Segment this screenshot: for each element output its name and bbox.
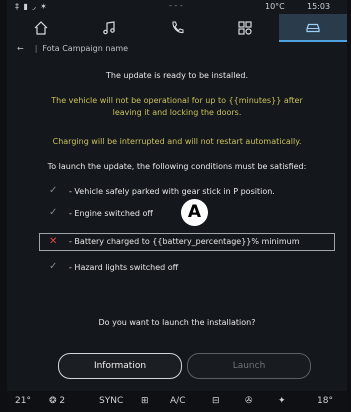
- apps-icon: [238, 21, 252, 35]
- check-icon: ✓: [49, 207, 58, 218]
- phone-icon: [172, 21, 184, 34]
- breadcrumb-separator: |: [34, 44, 38, 53]
- screen: ‡ ▮ ◞ ✶ - - - 10°C 15:03 ← | Fota Campaign…: [7, 0, 347, 412]
- conditions-intro: To launch the update, the following cond…: [47, 162, 307, 171]
- status-icons: ‡ ▮ ◞ ✶: [15, 2, 48, 11]
- top-tabs: [7, 14, 347, 42]
- check-icon: ✓: [49, 261, 58, 272]
- check-icon: ✓: [49, 185, 58, 196]
- status-bar: ‡ ▮ ◞ ✶ - - - 10°C 15:03: [7, 0, 347, 14]
- front-defrost-icon[interactable]: ⊟: [212, 396, 220, 406]
- airflow-icon[interactable]: ✦: [278, 396, 286, 406]
- tab-apps[interactable]: [211, 14, 279, 42]
- cross-icon: ✕: [49, 236, 58, 247]
- sync-button[interactable]: SYNC: [99, 396, 123, 406]
- seat-heating-level[interactable]: ❂ 2: [49, 396, 65, 406]
- rear-defrost-icon[interactable]: ⊞: [141, 396, 149, 406]
- status-center: - - -: [169, 1, 183, 10]
- tab-music[interactable]: [75, 14, 143, 42]
- right-temperature[interactable]: 18°: [317, 396, 333, 406]
- not-operational-line-1: The vehicle will not be operational for …: [51, 96, 303, 105]
- launch-button[interactable]: Launch: [187, 353, 311, 379]
- page-title: Fota Campaign name: [42, 44, 129, 53]
- breadcrumb: ← | Fota Campaign name: [17, 44, 128, 53]
- tab-home[interactable]: [7, 14, 75, 42]
- clock: 15:03: [307, 2, 331, 11]
- callout-marker: A: [181, 199, 208, 226]
- car-icon: [306, 23, 320, 33]
- fan-icon[interactable]: ✇: [245, 396, 253, 406]
- condition-text: - Hazard lights switched off: [69, 263, 179, 272]
- not-operational-line-2: leaving it and locking the doors.: [112, 108, 242, 117]
- outside-temperature: 10°C: [265, 2, 285, 11]
- home-icon: [34, 21, 48, 35]
- condition-battery-charge: ✕ - Battery charged to {{battery_percent…: [39, 233, 335, 251]
- condition-text: - Vehicle safely parked with gear stick …: [69, 187, 275, 196]
- information-button[interactable]: Information: [58, 353, 182, 379]
- launch-question: Do you want to launch the installation?: [98, 318, 256, 327]
- tab-phone[interactable]: [143, 14, 211, 42]
- music-icon: [103, 21, 115, 35]
- tab-vehicle[interactable]: [279, 14, 347, 42]
- climate-bar: 21° ❂ 2 SYNC ⊞ A/C ⊟ ✇ ✦ 18°: [7, 391, 347, 412]
- charging-warning: Charging will be interrupted and will no…: [52, 137, 302, 146]
- ac-button[interactable]: A/C: [170, 396, 185, 406]
- back-arrow-icon[interactable]: ←: [17, 44, 24, 53]
- condition-text: - Battery charged to {{battery_percentag…: [69, 237, 300, 246]
- left-temperature[interactable]: 21°: [15, 396, 31, 406]
- ready-message: The update is ready to be installed.: [106, 71, 248, 80]
- condition-text: - Engine switched off: [69, 209, 153, 218]
